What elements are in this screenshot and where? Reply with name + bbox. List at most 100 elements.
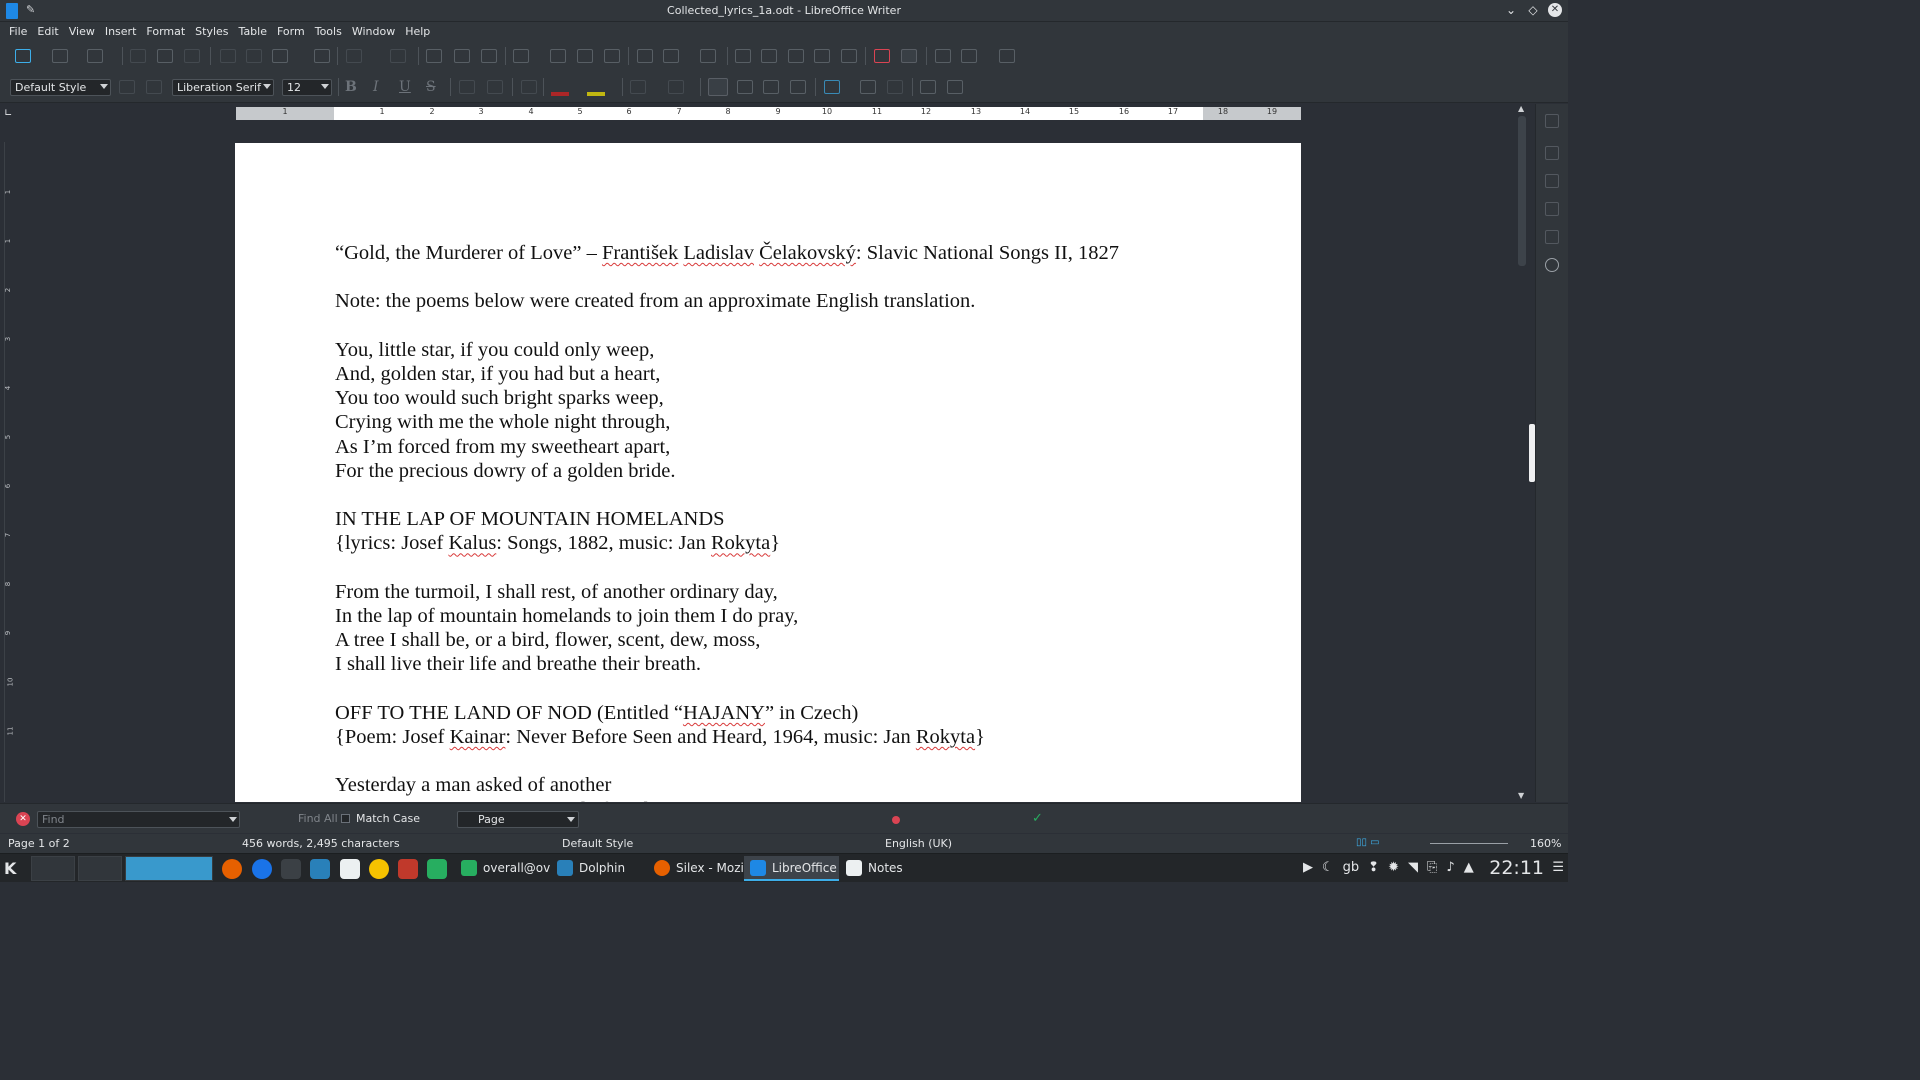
document-text[interactable]: “Gold, the Murderer of Love” – František… [335, 241, 1235, 802]
bullet-list-icon[interactable] [630, 80, 646, 94]
clear-formatting-icon[interactable] [521, 80, 537, 94]
horizontal-ruler[interactable]: 1 1 2 3 4 5 6 7 8 9 10 11 12 13 14 15 16 17 18 19 [236, 107, 1301, 120]
task-dolphin[interactable]: Dolphin [551, 856, 646, 881]
menu-help[interactable]: Help [400, 25, 435, 38]
properties-icon[interactable] [1545, 146, 1559, 160]
navigator-icon[interactable] [1545, 258, 1559, 272]
empty-paragraph[interactable] [335, 556, 1235, 580]
document-line[interactable]: {Poem: Josef Kainar: Never Before Seen a… [335, 725, 1235, 749]
gallery-icon[interactable] [1545, 230, 1559, 244]
tray-arrow-up-icon[interactable]: ▲ [1464, 860, 1474, 875]
document-page[interactable]: “Gold, the Murderer of Love” – František… [235, 143, 1301, 802]
insert-chart-icon[interactable] [577, 49, 593, 63]
misspelled-word[interactable]: Rokyta [916, 726, 975, 748]
task-notes[interactable]: Notes [840, 856, 935, 881]
file-manager-icon[interactable] [310, 859, 330, 879]
misspelled-word[interactable]: Kalus [448, 532, 496, 554]
plant-app-icon[interactable] [427, 859, 447, 879]
word-count[interactable]: 456 words, 2,495 characters [242, 837, 400, 850]
empty-paragraph[interactable] [335, 677, 1235, 701]
increase-paragraph-spacing-icon[interactable] [860, 80, 876, 94]
hyperlink-icon[interactable] [735, 49, 751, 63]
menu-styles[interactable]: Styles [190, 25, 233, 38]
print-icon[interactable] [157, 49, 173, 63]
insert-table-icon[interactable] [513, 49, 529, 63]
bold-icon[interactable]: B [345, 79, 357, 95]
zoom-slider[interactable] [1430, 843, 1508, 844]
document-line[interactable]: You, little star, if you could only weep… [335, 338, 1235, 362]
scroll-up-icon[interactable]: ▲ [1518, 104, 1524, 113]
document-line[interactable]: Crying with me the whole night through, [335, 410, 1235, 434]
scroll-down-icon[interactable]: ▼ [1518, 791, 1524, 800]
pager-desktop-1[interactable] [31, 856, 75, 881]
misspelled-word[interactable]: Kainar [450, 726, 506, 748]
export-pdf-icon[interactable] [130, 49, 146, 63]
calendar-icon[interactable] [340, 859, 360, 879]
insert-field-icon[interactable] [663, 49, 679, 63]
special-character-icon[interactable] [700, 49, 716, 63]
document-area[interactable]: “Gold, the Murderer of Love” – František… [18, 122, 1516, 802]
document-line[interactable]: Yesterday a man asked of another [335, 773, 1235, 797]
pager-desktop-3[interactable] [125, 856, 213, 881]
document-line[interactable]: A tree I shall be, or a bird, flower, sc… [335, 628, 1235, 652]
menu-format[interactable]: Format [141, 25, 190, 38]
font-color-icon[interactable] [551, 78, 569, 96]
strikethrough-icon[interactable]: S [426, 79, 436, 95]
close-window-button[interactable]: ✕ [1548, 3, 1562, 17]
insert-line-icon[interactable] [935, 49, 951, 63]
misspelled-word[interactable]: HAJANY [683, 702, 765, 724]
formatting-marks-icon[interactable] [481, 49, 497, 63]
game-icon[interactable] [369, 859, 389, 879]
menu-file[interactable]: File [4, 25, 32, 38]
decrease-indent-icon[interactable] [947, 80, 963, 94]
vertical-ruler[interactable]: 1 1 2 3 4 5 6 7 8 9 10 11 [4, 142, 16, 802]
paste-icon[interactable] [272, 49, 288, 63]
night-color-icon[interactable]: ☾ [1322, 860, 1334, 875]
highlight-color-icon[interactable] [587, 78, 605, 96]
insert-comment-icon[interactable] [874, 49, 890, 63]
redo-icon[interactable] [390, 49, 406, 63]
empty-paragraph[interactable] [335, 483, 1235, 507]
menu-edit[interactable]: Edit [32, 25, 63, 38]
pager-desktop-2[interactable] [78, 856, 122, 881]
subscript-icon[interactable] [487, 80, 503, 94]
menu-table[interactable]: Table [234, 25, 272, 38]
clipboard-icon[interactable]: ⎘ [1427, 860, 1437, 875]
superscript-icon[interactable] [459, 80, 475, 94]
increase-indent-icon[interactable] [920, 80, 936, 94]
document-line[interactable]: {lyrics: Josef Kalus: Songs, 1882, music… [335, 531, 1235, 555]
document-line[interactable]: For the precious dowry of a golden bride… [335, 459, 1235, 483]
empty-paragraph[interactable] [335, 314, 1235, 338]
keyboard-layout[interactable]: gb [1343, 860, 1360, 875]
endnote-icon[interactable] [788, 49, 804, 63]
notification-icon[interactable]: ❢ [1368, 860, 1379, 875]
copy-icon[interactable] [246, 49, 262, 63]
firefox-icon[interactable] [222, 859, 242, 879]
document-line[interactable]: Note: the poems below were created from … [335, 289, 1235, 313]
find-input[interactable]: Find [37, 811, 240, 828]
line-spacing-icon[interactable] [824, 80, 840, 94]
save-icon[interactable] [87, 49, 103, 63]
new-document-icon[interactable] [15, 49, 31, 63]
misspelled-word[interactable]: František [602, 242, 678, 264]
menu-tools[interactable]: Tools [310, 25, 347, 38]
accept-change-icon[interactable]: ✓ [1032, 811, 1043, 826]
spelling-icon[interactable] [454, 49, 470, 63]
insert-text-box-icon[interactable] [604, 49, 620, 63]
update-style-icon[interactable] [119, 80, 135, 94]
page-style[interactable]: Default Style [562, 837, 633, 850]
text-language[interactable]: English (UK) [885, 837, 952, 850]
volume-icon[interactable]: ♪ [1446, 860, 1454, 875]
empty-paragraph[interactable] [335, 749, 1235, 773]
misspelled-word[interactable]: Rokyta [711, 532, 770, 554]
single-page-view-icon[interactable]: ▯▯ ▭ [1356, 837, 1380, 848]
vertical-scrollbar[interactable]: ▲ ▼ [1516, 104, 1528, 802]
minimize-button[interactable]: ⌄ [1504, 2, 1518, 18]
tray-expand-icon[interactable]: ▶ [1303, 860, 1313, 875]
new-style-icon[interactable] [146, 80, 162, 94]
find-all-button[interactable]: Find All [298, 812, 338, 825]
menu-form[interactable]: Form [272, 25, 310, 38]
wifi-icon[interactable]: ◥ [1408, 860, 1418, 875]
cut-icon[interactable] [220, 49, 236, 63]
menu-view[interactable]: View [64, 25, 100, 38]
